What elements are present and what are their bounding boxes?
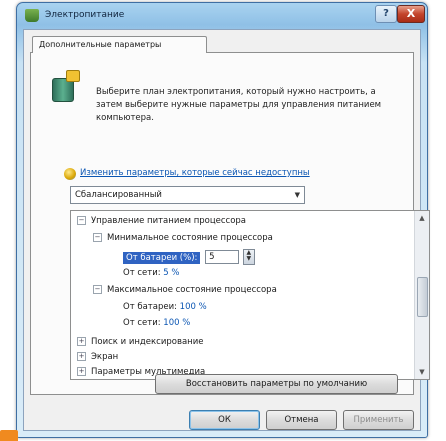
tree-max-state[interactable]: − Максимальное состояние процессора xyxy=(93,285,277,295)
battery-plug-icon xyxy=(48,68,82,102)
help-button[interactable]: ? xyxy=(375,5,397,23)
max-battery-value: 100 % xyxy=(179,302,207,312)
chevron-down-icon[interactable]: ▼ xyxy=(295,187,300,203)
tree-min-state[interactable]: − Минимальное состояние процессора xyxy=(93,233,273,243)
corner-marker xyxy=(0,430,18,441)
tree-item-screen[interactable]: + Экран xyxy=(77,352,118,362)
expand-icon[interactable]: + xyxy=(77,352,86,361)
apply-button[interactable]: Применить xyxy=(343,410,414,430)
tree-item-label: Минимальное состояние процессора xyxy=(107,233,273,243)
tree-mains-setting[interactable]: От сети: 5 % xyxy=(123,268,179,278)
tree-item-search[interactable]: + Поиск и индексирование xyxy=(77,337,204,347)
window-title: Электропитание xyxy=(45,10,125,20)
shield-icon xyxy=(64,168,76,180)
power-plan-value: Сбалансированный xyxy=(75,190,162,200)
power-options-window: Электропитание ? X Дополнительные параме… xyxy=(16,2,430,438)
tree-group-label: Управление питанием процессора xyxy=(91,216,247,226)
title-bar[interactable]: Электропитание ? X xyxy=(17,3,427,29)
expand-icon[interactable]: + xyxy=(77,367,86,376)
description-text: Выберите план электропитания, который ну… xyxy=(96,87,382,123)
vertical-scrollbar[interactable]: ▲ ▼ xyxy=(414,211,429,379)
settings-tree[interactable]: − Управление питанием процессора − Минимал… xyxy=(70,210,430,380)
ok-button[interactable]: ОК xyxy=(189,410,260,430)
dialog-client: Дополнительные параметры Выберите план э… xyxy=(23,29,430,431)
mains-value: 5 % xyxy=(163,268,180,278)
max-mains-value: 100 % xyxy=(163,318,191,328)
collapse-icon[interactable]: − xyxy=(93,285,102,294)
change-unavailable-settings-link[interactable]: Изменить параметры, которые сейчас недос… xyxy=(80,168,310,178)
tab-advanced-settings[interactable]: Дополнительные параметры xyxy=(32,36,207,53)
scroll-thumb[interactable] xyxy=(417,277,428,317)
tree-max-mains[interactable]: От сети: 100 % xyxy=(123,318,190,328)
tree-item-label: Поиск и индексирование xyxy=(91,337,204,347)
tree-max-battery[interactable]: От батареи: 100 % xyxy=(123,302,207,312)
scroll-down-icon[interactable]: ▼ xyxy=(415,365,429,379)
expand-icon[interactable]: + xyxy=(77,337,86,346)
tree-battery-setting[interactable]: От батареи (%): 5 ▲ ▼ xyxy=(123,249,255,265)
mains-label: От сети: xyxy=(123,268,161,278)
collapse-icon[interactable]: − xyxy=(77,216,86,225)
restore-defaults-button[interactable]: Восстановить параметры по умолчанию xyxy=(155,374,398,394)
max-mains-label: От сети: xyxy=(123,318,161,328)
spinner-icon[interactable]: ▲ ▼ xyxy=(242,249,255,265)
power-plan-select[interactable]: Сбалансированный ▼ xyxy=(70,186,305,204)
scroll-up-icon[interactable]: ▲ xyxy=(415,211,429,225)
max-battery-label: От батареи: xyxy=(123,302,177,312)
close-button[interactable]: X xyxy=(397,5,425,23)
collapse-icon[interactable]: − xyxy=(93,233,102,242)
tree-item-label: Экран xyxy=(91,352,119,362)
cancel-button[interactable]: Отмена xyxy=(266,410,337,430)
tree-group-processor[interactable]: − Управление питанием процессора xyxy=(77,216,246,226)
power-options-icon xyxy=(25,9,39,22)
battery-percent-input[interactable]: 5 xyxy=(205,250,240,264)
tree-item-label: Максимальное состояние процессора xyxy=(107,285,277,295)
battery-setting-label: От батареи (%): xyxy=(123,251,201,264)
